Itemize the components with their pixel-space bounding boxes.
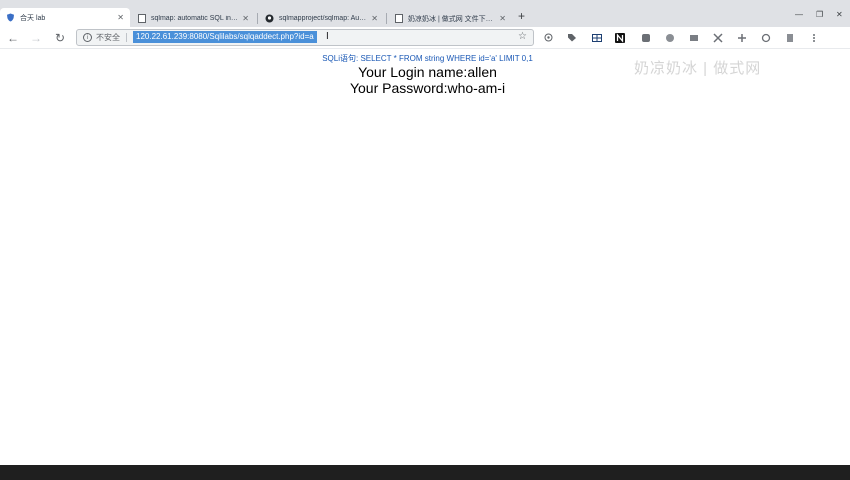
browser-toolbar: ← → ↻ i 不安全 120.22.61.239:8080/Sqlilabs/… xyxy=(0,27,850,77)
tab-sqlmap-home[interactable]: sqlmap: automatic SQL injection ✕ xyxy=(131,10,255,27)
forward-icon[interactable]: → xyxy=(28,30,44,46)
close-icon[interactable]: ✕ xyxy=(371,14,378,23)
extension-icon[interactable] xyxy=(760,32,771,43)
sql-statement: SQLi语句: SELECT * FROM string WHERE id='a… xyxy=(0,53,850,64)
tab-title: 奶凉奶冰 | 做式网 文件下载平台 xyxy=(408,15,495,23)
omnibox-divider xyxy=(126,33,127,42)
menu-icon[interactable] xyxy=(808,32,819,43)
page-icon xyxy=(394,14,403,23)
extension-icon[interactable] xyxy=(664,32,675,43)
extension-icon[interactable] xyxy=(688,32,699,43)
page-icon xyxy=(137,14,146,23)
tab-separator xyxy=(257,13,258,24)
back-icon[interactable]: ← xyxy=(5,30,21,46)
close-icon[interactable]: ✕ xyxy=(499,14,506,23)
tab-download-site[interactable]: 奶凉奶冰 | 做式网 文件下载平台 ✕ xyxy=(388,10,512,27)
tab-separator xyxy=(386,13,387,24)
sql-text: SELECT * FROM string WHERE id='a' LIMIT … xyxy=(360,54,533,63)
extension-n-icon[interactable] xyxy=(614,32,625,43)
url-text[interactable]: 120.22.61.239:8080/Sqlilabs/sqlqaddect.p… xyxy=(133,31,317,43)
shield-icon xyxy=(6,13,15,22)
restore-icon[interactable]: ❐ xyxy=(816,10,823,19)
tab-hetian-lab[interactable]: 合天 lab ✕ xyxy=(0,8,130,27)
password-value: who-am-i xyxy=(447,80,506,96)
page-content: SQLi语句: SELECT * FROM string WHERE id='a… xyxy=(0,49,850,465)
sql-label: SQLi语句: xyxy=(322,54,359,63)
github-icon xyxy=(265,14,274,23)
address-bar[interactable]: i 不安全 120.22.61.239:8080/Sqlilabs/sqlqad… xyxy=(76,29,534,46)
extension-icon[interactable] xyxy=(712,32,723,43)
minimize-icon[interactable]: — xyxy=(795,10,803,19)
tab-title: sqlmapproject/sqlmap: Automatic xyxy=(279,15,367,22)
login-value: allen xyxy=(467,64,497,80)
password-label: Your Password: xyxy=(349,80,448,96)
login-name-line: Your Login name:allen xyxy=(0,64,850,80)
tab-title: 合天 lab xyxy=(20,14,46,22)
close-icon[interactable]: ✕ xyxy=(242,14,249,23)
extension-circle-icon[interactable] xyxy=(543,32,554,43)
bookmark-star-icon[interactable]: ☆ xyxy=(518,31,527,42)
window-close-icon[interactable]: ✕ xyxy=(836,10,843,19)
extension-icon[interactable] xyxy=(736,32,747,43)
extension-tag-icon[interactable] xyxy=(566,32,577,43)
new-tab-icon[interactable]: + xyxy=(518,9,525,23)
taskbar xyxy=(0,465,850,480)
close-icon[interactable]: ✕ xyxy=(117,13,124,22)
tab-title: sqlmap: automatic SQL injection xyxy=(151,15,238,22)
login-label: Your Login name: xyxy=(358,64,468,80)
extension-grid-icon[interactable] xyxy=(591,32,602,43)
password-line: Your Password:who-am-i xyxy=(0,80,850,96)
tab-sqlmap-github[interactable]: sqlmapproject/sqlmap: Automatic ✕ xyxy=(259,10,384,27)
tab-strip: 合天 lab ✕ sqlmap: automatic SQL injection… xyxy=(0,0,850,27)
extension-icon[interactable] xyxy=(640,32,651,43)
security-label[interactable]: 不安全 xyxy=(96,32,120,43)
reload-icon[interactable]: ↻ xyxy=(52,30,68,46)
info-icon[interactable]: i xyxy=(83,33,92,42)
text-cursor-icon: I xyxy=(326,31,329,42)
extension-icon[interactable] xyxy=(784,32,795,43)
